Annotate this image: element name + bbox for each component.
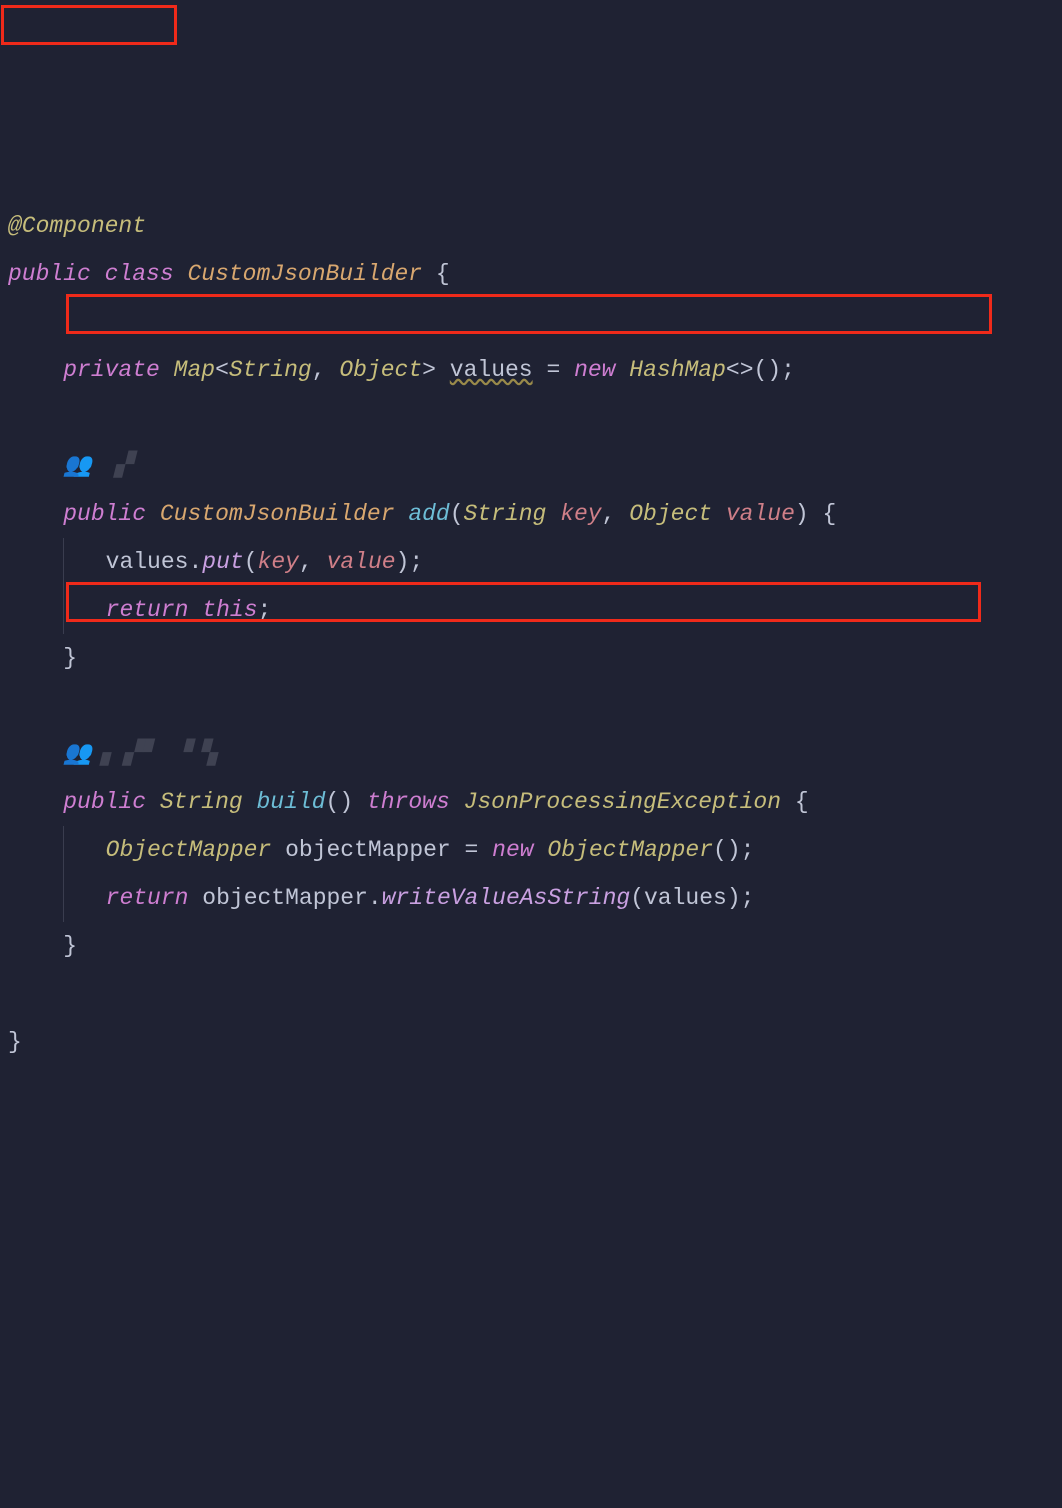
code-line: return objectMapper.writeValueAsString(v… bbox=[8, 874, 1054, 922]
equals: = bbox=[546, 357, 560, 383]
keyword-this: this bbox=[202, 597, 257, 623]
code-line: @Component bbox=[8, 202, 1054, 250]
semicolon: ; bbox=[741, 885, 755, 911]
indent-guide bbox=[63, 586, 64, 634]
exception-type: JsonProcessingException bbox=[464, 789, 781, 815]
var-objectmapper: objectMapper bbox=[285, 837, 451, 863]
call-put: put bbox=[202, 549, 243, 575]
comma: , bbox=[299, 549, 313, 575]
param-type-string: String bbox=[464, 501, 547, 527]
brace-close: } bbox=[63, 645, 77, 671]
dot: . bbox=[188, 549, 202, 575]
code-editor[interactable]: @Component public class CustomJsonBuilder… bbox=[8, 202, 1054, 1066]
usages-icon: 👥 bbox=[63, 730, 92, 778]
brace-open: { bbox=[436, 261, 450, 287]
paren-close: ) bbox=[795, 501, 809, 527]
paren-open: ( bbox=[244, 549, 258, 575]
parens: () bbox=[754, 357, 782, 383]
keyword-class: class bbox=[105, 261, 174, 287]
inlay-hint: ▗▘ bbox=[92, 442, 141, 490]
code-line: private Map<String, Object> values = new… bbox=[8, 346, 1054, 394]
angle-gt: > bbox=[422, 357, 436, 383]
method-build: build bbox=[257, 789, 326, 815]
keyword-return: return bbox=[106, 885, 189, 911]
comma: , bbox=[602, 501, 616, 527]
code-line: ObjectMapper objectMapper = new ObjectMa… bbox=[8, 826, 1054, 874]
paren-close: ) bbox=[727, 885, 741, 911]
brace-open: { bbox=[795, 789, 809, 815]
code-line bbox=[8, 394, 1054, 442]
keyword-public: public bbox=[8, 261, 91, 287]
semicolon: ; bbox=[258, 597, 272, 623]
angle-lt: < bbox=[215, 357, 229, 383]
paren-open: ( bbox=[630, 885, 644, 911]
keyword-new: new bbox=[574, 357, 615, 383]
code-line: public class CustomJsonBuilder { bbox=[8, 250, 1054, 298]
code-line bbox=[8, 298, 1054, 346]
code-line: } bbox=[8, 922, 1054, 970]
param-type-object: Object bbox=[629, 501, 712, 527]
type-hashmap: HashMap bbox=[629, 357, 726, 383]
keyword-private: private bbox=[63, 357, 160, 383]
semicolon: ; bbox=[781, 357, 795, 383]
indent-guide bbox=[63, 538, 64, 586]
inlay-hint: ▗ ▞▘ ▝▝▖ bbox=[92, 730, 226, 778]
dot: . bbox=[368, 885, 382, 911]
highlight-box-annotation bbox=[1, 5, 177, 45]
code-line: return this; bbox=[8, 586, 1054, 634]
inlay-hint-line: 👥▗ ▞▘ ▝▝▖ bbox=[8, 730, 1054, 778]
inlay-hint-line: 👥 ▗▘ bbox=[8, 442, 1054, 490]
field-values: values bbox=[450, 357, 533, 383]
method-add: add bbox=[408, 501, 449, 527]
keyword-public: public bbox=[63, 789, 146, 815]
var-objectmapper: objectMapper bbox=[202, 885, 368, 911]
annotation: @Component bbox=[8, 213, 146, 239]
param-value: value bbox=[726, 501, 795, 527]
arg-value: value bbox=[327, 549, 396, 575]
semicolon: ; bbox=[409, 549, 423, 575]
field-values: values bbox=[644, 885, 727, 911]
type-objectmapper: ObjectMapper bbox=[547, 837, 713, 863]
type-object: Object bbox=[339, 357, 422, 383]
indent-guide bbox=[63, 826, 64, 874]
paren-open: ( bbox=[450, 501, 464, 527]
return-type: CustomJsonBuilder bbox=[160, 501, 395, 527]
code-line: } bbox=[8, 634, 1054, 682]
code-line: } bbox=[8, 1018, 1054, 1066]
type-string: String bbox=[229, 357, 312, 383]
type-map: Map bbox=[174, 357, 215, 383]
brace-close: } bbox=[8, 1029, 22, 1055]
type-objectmapper: ObjectMapper bbox=[106, 837, 272, 863]
parens: () bbox=[713, 837, 741, 863]
code-line: public CustomJsonBuilder add(String key,… bbox=[8, 490, 1054, 538]
code-line: public String build() throws JsonProcess… bbox=[8, 778, 1054, 826]
return-type-string: String bbox=[160, 789, 243, 815]
comma: , bbox=[312, 357, 326, 383]
usages-icon: 👥 bbox=[63, 442, 92, 490]
class-name: CustomJsonBuilder bbox=[187, 261, 422, 287]
code-line bbox=[8, 682, 1054, 730]
brace-open: { bbox=[823, 501, 837, 527]
indent-guide bbox=[63, 874, 64, 922]
keyword-throws: throws bbox=[367, 789, 450, 815]
call-writevalue: writeValueAsString bbox=[382, 885, 630, 911]
code-line bbox=[8, 970, 1054, 1018]
diamond: <> bbox=[726, 357, 754, 383]
field-values: values bbox=[106, 549, 189, 575]
arg-key: key bbox=[258, 549, 299, 575]
param-key: key bbox=[560, 501, 601, 527]
semicolon: ; bbox=[741, 837, 755, 863]
paren-close: ) bbox=[396, 549, 410, 575]
keyword-public: public bbox=[63, 501, 146, 527]
equals: = bbox=[465, 837, 479, 863]
code-line: values.put(key, value); bbox=[8, 538, 1054, 586]
keyword-new: new bbox=[492, 837, 533, 863]
parens: () bbox=[326, 789, 354, 815]
keyword-return: return bbox=[106, 597, 189, 623]
brace-close: } bbox=[63, 933, 77, 959]
